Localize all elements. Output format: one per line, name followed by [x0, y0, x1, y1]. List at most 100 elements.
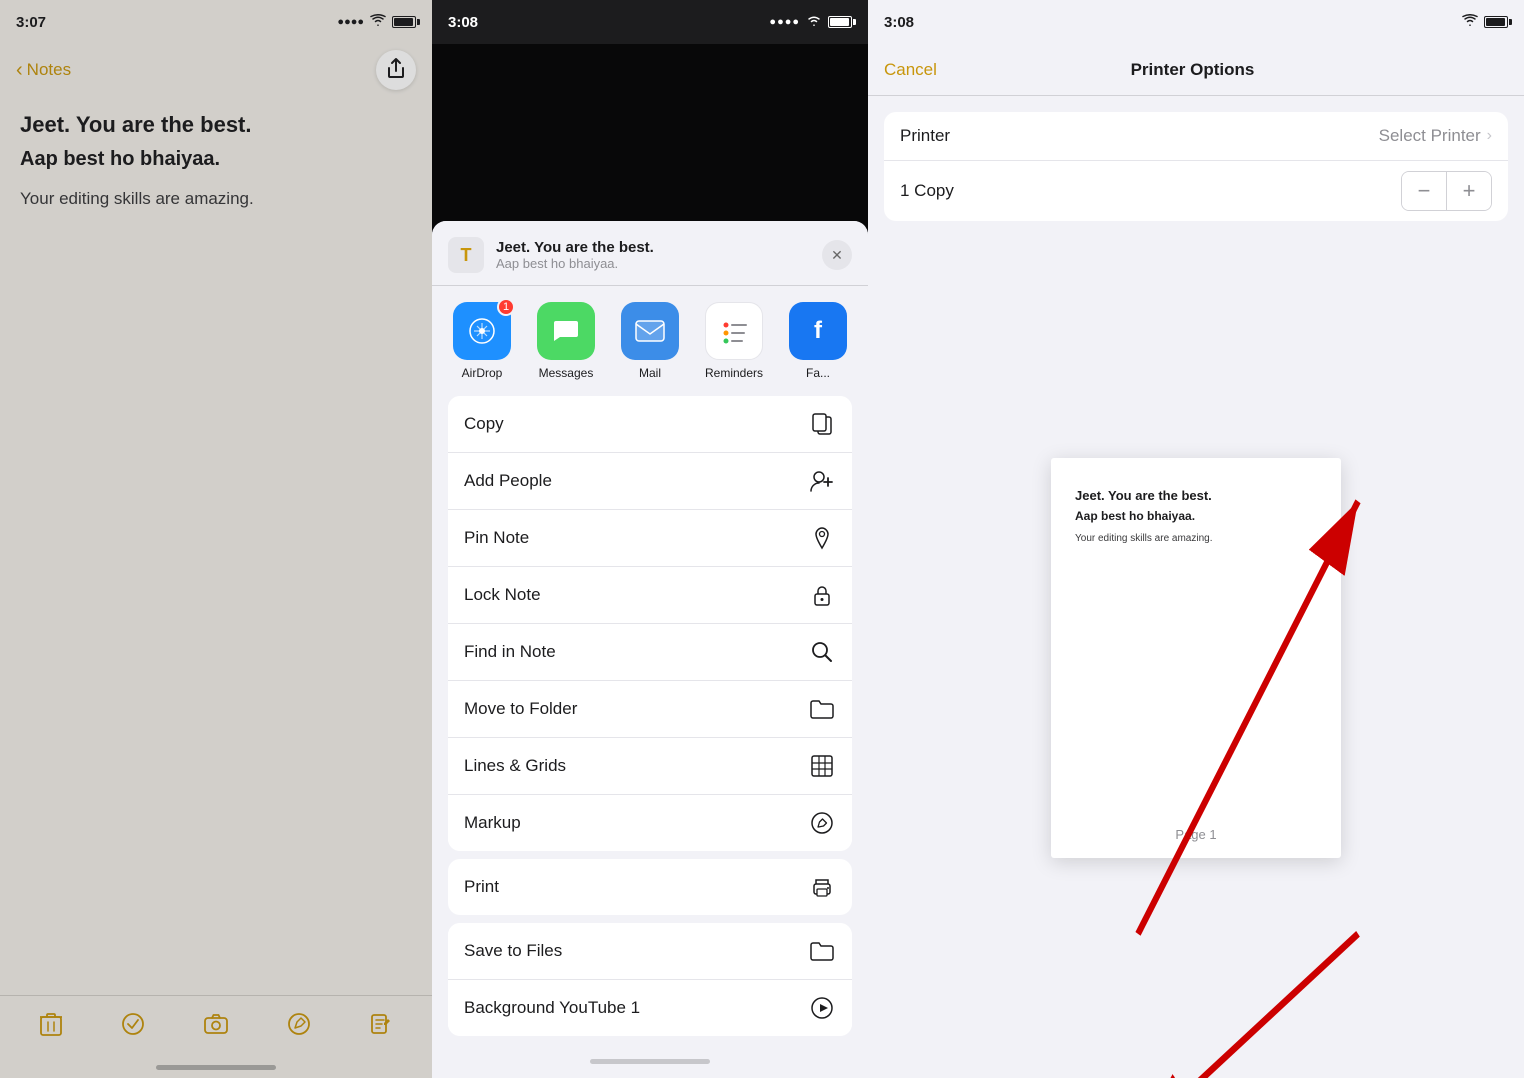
- share-app-mail[interactable]: Mail: [616, 302, 684, 380]
- compose-icon[interactable]: [370, 1013, 392, 1041]
- save-files-icon: [808, 937, 836, 965]
- signal-icon: ●●●●: [337, 16, 364, 28]
- airdrop-badge: 1: [497, 298, 515, 316]
- share-icon: [387, 57, 405, 84]
- printer-cancel-button[interactable]: Cancel: [884, 60, 937, 80]
- share-action-move-to-folder[interactable]: Move to Folder: [448, 681, 852, 738]
- messages-label: Messages: [539, 366, 594, 380]
- share-action-lock-note[interactable]: Lock Note: [448, 567, 852, 624]
- share-action-find-in-note[interactable]: Find in Note: [448, 624, 852, 681]
- preview-note-title: Jeet. You are the best.: [1075, 488, 1317, 503]
- share-action-pin-note[interactable]: Pin Note: [448, 510, 852, 567]
- notes-status-right: ●●●●: [337, 13, 416, 31]
- preview-page-label: Page 1: [1175, 827, 1216, 842]
- share-action-lines-grids[interactable]: Lines & Grids: [448, 738, 852, 795]
- mail-label: Mail: [639, 366, 661, 380]
- search-icon: [808, 638, 836, 666]
- share-app-fa[interactable]: f Fa...: [784, 302, 852, 380]
- share-action-background[interactable]: Background YouTube 1: [448, 980, 852, 1036]
- printer-select-row[interactable]: Printer Select Printer ›: [884, 112, 1508, 161]
- share-actions-more: Save to Files Background YouTube 1: [448, 923, 852, 1036]
- notes-panel: 3:07 ●●●● ‹ Notes: [0, 0, 432, 1078]
- printer-chevron-icon: ›: [1487, 127, 1492, 145]
- share-button[interactable]: [376, 50, 416, 90]
- home-indicator: [156, 1065, 276, 1070]
- copies-stepper[interactable]: − +: [1401, 171, 1492, 211]
- share-wifi-icon: [806, 13, 822, 31]
- print-preview-page: Jeet. You are the best. Aap best ho bhai…: [1051, 458, 1341, 858]
- copies-plus-button[interactable]: +: [1447, 172, 1491, 210]
- printer-icon: [808, 873, 836, 901]
- reminders-label: Reminders: [705, 366, 763, 380]
- notes-status-bar: 3:07 ●●●●: [0, 0, 432, 44]
- check-icon[interactable]: [122, 1013, 144, 1041]
- printer-copies-row: 1 Copy − +: [884, 161, 1508, 221]
- share-action-save-files[interactable]: Save to Files: [448, 923, 852, 980]
- reminders-icon: [705, 302, 763, 360]
- add-people-label: Add People: [464, 471, 808, 491]
- note-subtitle: Aap best ho bhaiyaa.: [20, 148, 412, 171]
- airdrop-label: AirDrop: [462, 366, 503, 380]
- printer-select-value: Select Printer: [1379, 126, 1481, 146]
- share-action-add-people[interactable]: Add People: [448, 453, 852, 510]
- share-status-bar: 3:08 ●●●●: [432, 0, 868, 44]
- copies-label: 1 Copy: [900, 181, 1401, 201]
- share-panel: 3:08 ●●●● T Jeet. You are the best.: [432, 0, 868, 1078]
- play-icon: [808, 994, 836, 1022]
- share-header-text: Jeet. You are the best. Aap best ho bhai…: [496, 239, 810, 271]
- share-app-airdrop[interactable]: 1 AirDrop: [448, 302, 516, 380]
- battery-icon: [392, 16, 416, 28]
- move-to-folder-label: Move to Folder: [464, 699, 808, 719]
- pin-note-label: Pin Note: [464, 528, 808, 548]
- share-status-right: ●●●●: [769, 13, 852, 31]
- printer-panel: 3:08 Cancel Printer Options Printer Sele…: [868, 0, 1524, 1078]
- note-body: Your editing skills are amazing.: [20, 189, 412, 209]
- share-app-reminders[interactable]: Reminders: [700, 302, 768, 380]
- back-button[interactable]: ‹ Notes: [16, 59, 71, 82]
- camera-icon[interactable]: [204, 1014, 228, 1040]
- note-content: Jeet. You are the best. Aap best ho bhai…: [0, 96, 432, 995]
- share-action-copy[interactable]: Copy: [448, 396, 852, 453]
- copies-minus-button[interactable]: −: [1402, 172, 1446, 210]
- marker-icon: [808, 809, 836, 837]
- back-label: Notes: [27, 60, 71, 80]
- background-label: Background YouTube 1: [464, 998, 808, 1018]
- fa-label: Fa...: [806, 366, 830, 380]
- messages-icon: [537, 302, 595, 360]
- share-action-print[interactable]: Print: [448, 859, 852, 915]
- folder-icon: [808, 695, 836, 723]
- share-signal-icon: ●●●●: [769, 16, 800, 28]
- share-time: 3:08: [448, 14, 478, 31]
- markup-icon[interactable]: [288, 1013, 310, 1041]
- printer-options-list: Printer Select Printer › 1 Copy − +: [884, 112, 1508, 221]
- save-files-label: Save to Files: [464, 941, 808, 961]
- share-actions-list: Copy Add People: [448, 396, 852, 851]
- find-in-note-label: Find in Note: [464, 642, 808, 662]
- share-action-markup[interactable]: Markup: [448, 795, 852, 851]
- notes-time: 3:07: [16, 14, 46, 31]
- print-preview-area: Jeet. You are the best. Aap best ho bhai…: [868, 237, 1524, 1078]
- note-title: Jeet. You are the best.: [20, 112, 412, 138]
- trash-icon[interactable]: [40, 1012, 62, 1042]
- chevron-left-icon: ‹: [16, 59, 23, 82]
- share-sheet: T Jeet. You are the best. Aap best ho bh…: [432, 221, 868, 1078]
- share-apps-row: 1 AirDrop Messages: [432, 286, 868, 396]
- close-icon: ✕: [831, 247, 843, 264]
- copy-icon: [808, 410, 836, 438]
- add-people-icon: [808, 467, 836, 495]
- copy-label: Copy: [464, 414, 808, 434]
- notes-nav-bar: ‹ Notes: [0, 44, 432, 96]
- share-header-title: Jeet. You are the best.: [496, 239, 810, 256]
- printer-battery-icon: [1484, 16, 1508, 28]
- share-header-subtitle: Aap best ho bhaiyaa.: [496, 256, 810, 271]
- printer-time: 3:08: [884, 14, 914, 31]
- print-label: Print: [464, 877, 808, 897]
- lock-icon: [808, 581, 836, 609]
- printer-title: Printer Options: [937, 60, 1448, 80]
- lock-note-label: Lock Note: [464, 585, 808, 605]
- share-app-messages[interactable]: Messages: [532, 302, 600, 380]
- share-close-button[interactable]: ✕: [822, 240, 852, 270]
- mail-icon: [621, 302, 679, 360]
- pin-icon: [808, 524, 836, 552]
- grid-icon: [808, 752, 836, 780]
